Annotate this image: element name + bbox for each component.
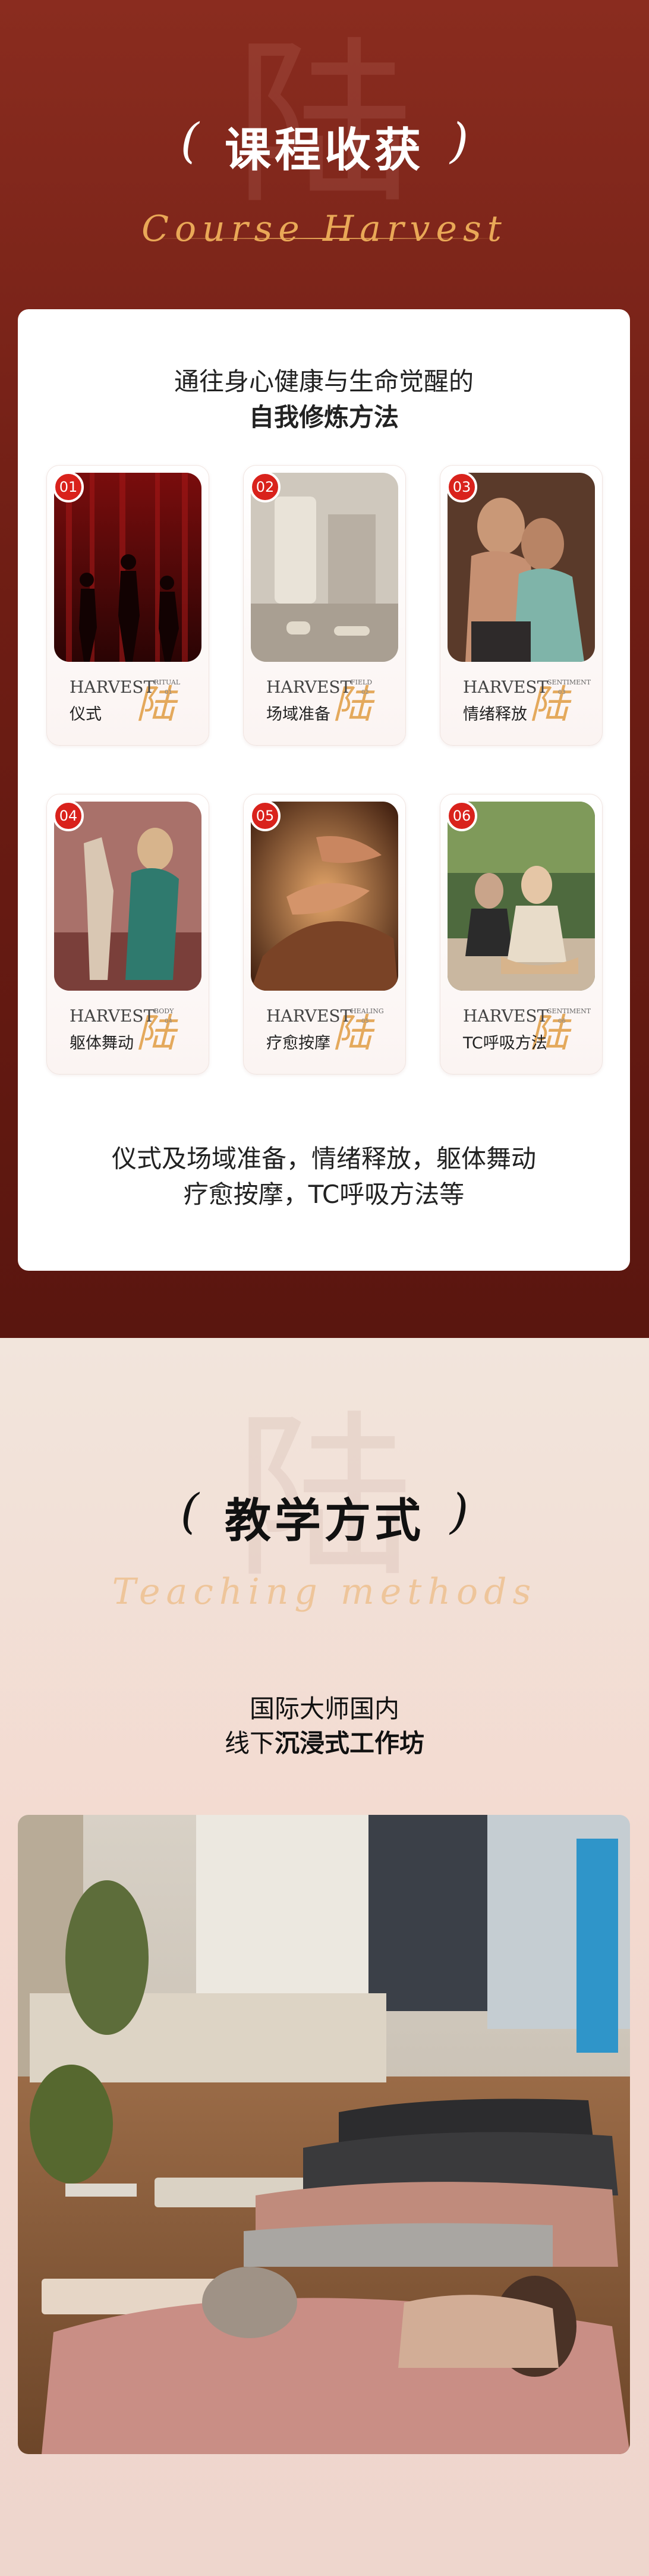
harvest-tile[interactable]: 03 陆 HARVEST SENTIMENT 03 情绪释放 — [440, 465, 603, 746]
card-summary-line: 仪式及场域准备，情绪释放，躯体舞动 — [111, 1144, 536, 1173]
tile-harvest-label: HARVEST — [266, 677, 352, 697]
card-summary-line: 疗愈按摩，TC呼吸方法等 — [183, 1180, 465, 1209]
tile-tag: RITUAL — [154, 678, 181, 686]
tile-harvest-label: HARVEST — [266, 1006, 352, 1026]
tile-name: 仪式 — [70, 705, 102, 724]
tile-number-badge: 06 — [446, 800, 477, 831]
workshop-photo — [18, 1815, 630, 2454]
teaching-subtitle-line2: 线下沉浸式工作坊 — [0, 1723, 649, 1760]
photo-dancers-silhouette — [54, 473, 201, 662]
tile-tag: BODY — [154, 1007, 174, 1015]
photo-couple-embrace — [448, 473, 595, 662]
tile-tag-number: 05 — [361, 1018, 369, 1025]
script-underline — [149, 238, 505, 239]
title-bracket-right: ) — [450, 1484, 469, 1539]
photo-dance-movement — [54, 802, 201, 991]
tile-tag-number: 02 — [361, 689, 369, 696]
tile-harvest-label: HARVEST — [70, 677, 155, 697]
tile-tag: HEALING — [351, 1007, 384, 1015]
section-title: 课程收获 — [224, 124, 424, 177]
tile-number-badge: 01 — [53, 472, 84, 502]
section-title-row: ( 课程收获 ) — [0, 113, 649, 180]
tile-tag: SENTIMENT — [547, 678, 591, 686]
teaching-methods-section: 陆 ( 教学方式 ) Teaching methods 国际大师国内 线下沉浸式… — [0, 1338, 649, 2576]
tile-harvest-label: HARVEST — [463, 677, 549, 697]
card-subtitle: 通往身心健康与生命觉醒的 — [174, 367, 474, 396]
section-script-subtitle: Course Harvest — [141, 208, 508, 250]
photo-studio-room — [251, 473, 398, 662]
section-title: 教学方式 — [224, 1494, 424, 1548]
tile-tag: FIELD — [351, 678, 373, 686]
tile-number-badge: 05 — [250, 800, 281, 831]
tile-number-badge: 02 — [250, 472, 281, 502]
title-bracket-left: ( — [180, 1484, 199, 1539]
photo-breathing-circle — [448, 802, 595, 991]
section-title-row: ( 教学方式 ) — [0, 1484, 649, 1550]
harvest-tile[interactable]: 01 陆 HARVEST RITUAL 01 仪式 — [46, 465, 209, 746]
title-bracket-right: ) — [450, 113, 469, 168]
tile-harvest-label: HARVEST — [70, 1006, 155, 1026]
tile-harvest-label: HARVEST — [463, 1006, 549, 1026]
tile-number-badge: 04 — [53, 800, 84, 831]
tile-tag-number: 01 — [165, 689, 172, 696]
title-bracket-left: ( — [180, 113, 199, 168]
tile-tag-number: 06 — [558, 1018, 566, 1025]
tile-name: 情绪释放 — [463, 705, 527, 724]
tile-name: 躯体舞动 — [70, 1034, 134, 1053]
harvest-tile[interactable]: 04 陆 HARVEST BODY 04 躯体舞动 — [46, 794, 209, 1075]
harvest-tile[interactable]: 02 陆 HARVEST FIELD 02 场域准备 — [243, 465, 406, 746]
harvest-card: 通往身心健康与生命觉醒的 自我修炼方法 01 陆 HARVEST RITUAL … — [18, 309, 630, 1271]
course-harvest-section: 陆 ( 课程收获 ) Course Harvest 通往身心健康与生命觉醒的 自… — [0, 0, 649, 1338]
teaching-subtitle-prefix: 线下 — [224, 1729, 275, 1758]
tile-name: 疗愈按摩 — [266, 1034, 330, 1053]
tile-name: TC呼吸方法 — [463, 1034, 547, 1053]
tile-tag: SENTIMENT — [547, 1007, 591, 1015]
teaching-subtitle-bold: 沉浸式工作坊 — [275, 1729, 425, 1758]
tile-number-badge: 03 — [446, 472, 477, 502]
harvest-tile[interactable]: 05 陆 HARVEST HEALING 05 疗愈按摩 — [243, 794, 406, 1075]
teaching-subtitle: 国际大师国内 — [249, 1694, 399, 1723]
tile-name: 场域准备 — [266, 705, 330, 724]
harvest-tile[interactable]: 06 陆 HARVEST SENTIMENT 06 TC呼吸方法 — [440, 794, 603, 1075]
section-script-subtitle: Teaching methods — [112, 1571, 537, 1613]
card-subtitle-bold: 自我修炼方法 — [248, 403, 399, 432]
tile-tag-number: 04 — [165, 1018, 172, 1025]
tile-tag-number: 03 — [558, 689, 566, 696]
photo-massage-hands — [251, 802, 398, 991]
